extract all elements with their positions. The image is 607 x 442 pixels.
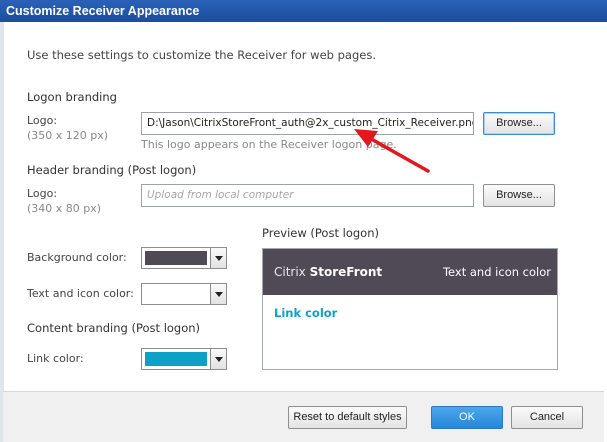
- text-icon-color-picker[interactable]: [141, 283, 227, 305]
- header-logo-label: Logo:: [27, 187, 58, 200]
- link-color-swatch: [145, 352, 207, 366]
- background-color-label: Background color:: [27, 251, 127, 264]
- preview-heading: Preview (Post logon): [262, 226, 379, 240]
- link-color-picker[interactable]: [141, 348, 227, 370]
- header-branding-heading: Header branding (Post logon): [27, 163, 197, 177]
- ok-button[interactable]: OK: [431, 406, 503, 429]
- preview-panel: Citrix StoreFront Text and icon color Li…: [262, 248, 558, 370]
- logon-browse-button[interactable]: Browse...: [483, 112, 555, 135]
- cancel-button[interactable]: Cancel: [511, 406, 583, 429]
- background-color-swatch: [145, 251, 207, 265]
- text-icon-color-label: Text and icon color:: [27, 287, 134, 300]
- content-branding-heading: Content branding (Post logon): [27, 321, 201, 335]
- chevron-down-icon[interactable]: [210, 349, 226, 369]
- background-color-picker[interactable]: [141, 247, 227, 269]
- preview-brand: Citrix StoreFront: [274, 265, 382, 279]
- logon-logo-label: Logo:: [27, 114, 58, 127]
- reset-default-styles-button[interactable]: Reset to default styles: [288, 406, 407, 429]
- preview-brand-prefix: Citrix: [274, 265, 310, 279]
- preview-text-icon-sample: Text and icon color: [442, 265, 551, 279]
- preview-header: Citrix StoreFront Text and icon color: [263, 249, 557, 295]
- header-logo-size: (340 x 80 px): [27, 202, 102, 215]
- text-icon-color-swatch: [145, 287, 207, 301]
- header-logo-input[interactable]: Upload from local computer: [141, 184, 474, 207]
- preview-link-sample: Link color: [274, 306, 338, 320]
- header-browse-button[interactable]: Browse...: [483, 184, 555, 207]
- logon-branding-heading: Logon branding: [27, 90, 117, 104]
- link-color-label: Link color:: [27, 352, 84, 365]
- window-left-edge: [0, 22, 4, 442]
- chevron-down-icon[interactable]: [210, 248, 226, 268]
- red-arrow-icon: [354, 129, 430, 173]
- chevron-down-icon[interactable]: [210, 284, 226, 304]
- window-title: Customize Receiver Appearance: [0, 0, 607, 22]
- logon-logo-size: (350 x 120 px): [27, 129, 109, 142]
- intro-text: Use these settings to customize the Rece…: [27, 48, 376, 62]
- preview-brand-name: StoreFront: [309, 265, 383, 279]
